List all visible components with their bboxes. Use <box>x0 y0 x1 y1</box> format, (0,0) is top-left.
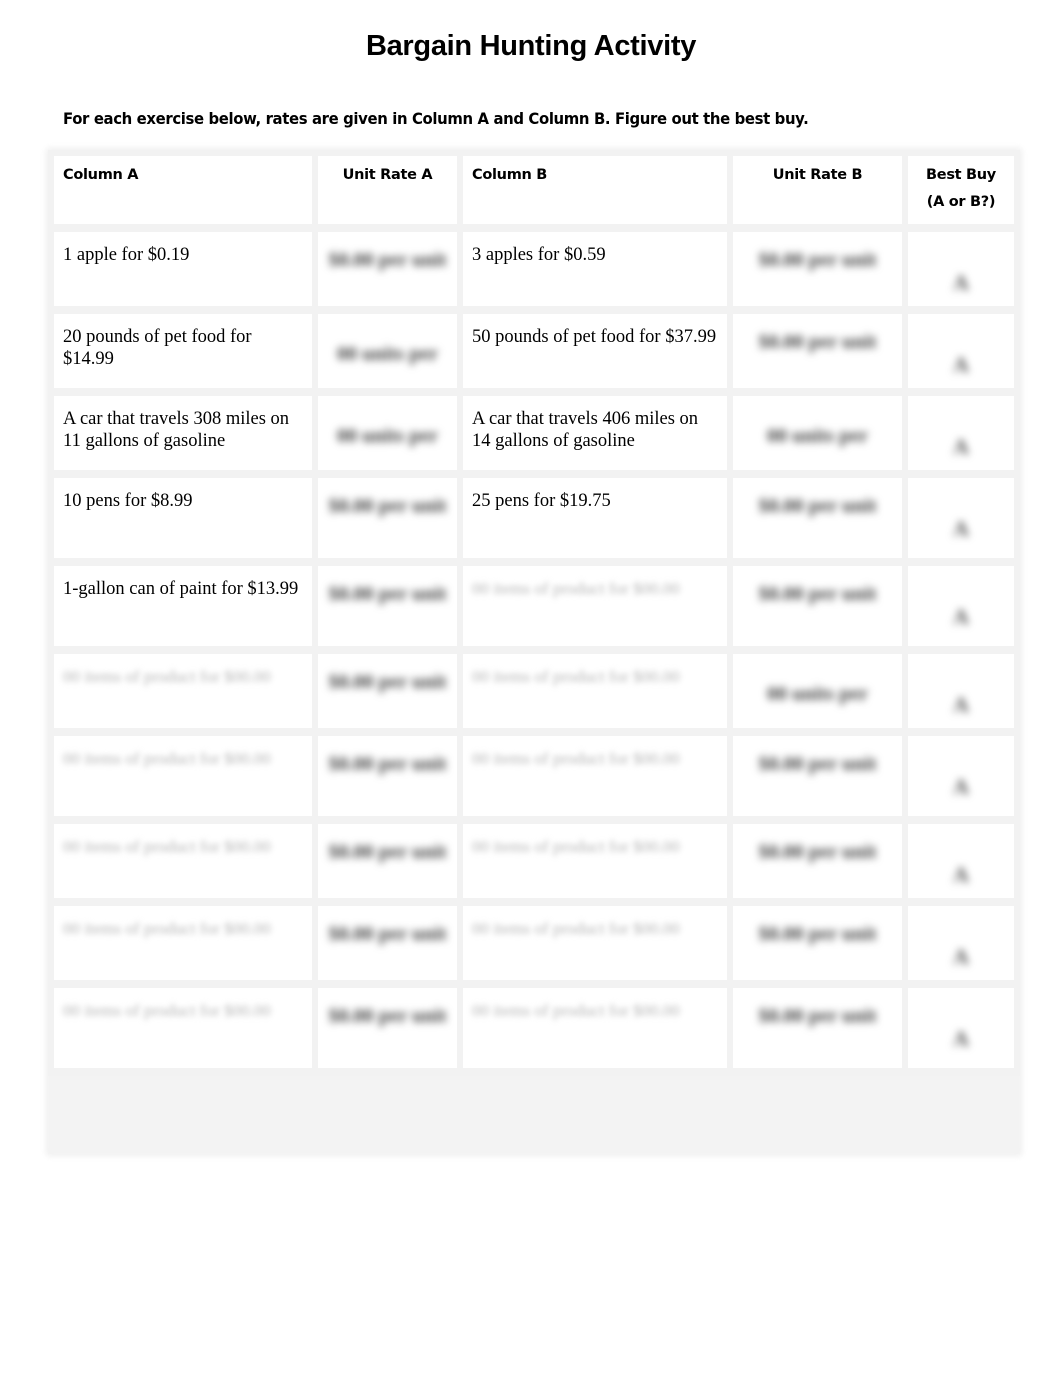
table-row: 10 pens for $8.99 $0.00 per unit 25 pens… <box>48 478 1020 566</box>
unit-rate-b-cell-blurred: $0.00 per unit <box>758 923 877 945</box>
header-best-buy-line1: Best Buy <box>926 167 996 183</box>
instructions: For each exercise below, rates are given… <box>63 109 809 128</box>
page-title: Bargain Hunting Activity <box>365 30 697 62</box>
header-unit-rate-a: Unit Rate A <box>318 150 463 232</box>
unit-rate-b-cell-blurred: 00 units per <box>766 425 869 447</box>
unit-rate-b-cell-blurred: $0.00 per unit <box>758 753 877 775</box>
unit-rate-a-cell-blurred: $0.00 per unit <box>328 583 447 605</box>
header-best-buy-line2: (A or B?) <box>926 194 996 210</box>
bargain-table: Column A Unit Rate A Column B Unit Rate … <box>48 150 1020 1076</box>
unit-rate-a-cell-blurred: $0.00 per unit <box>328 1005 447 1027</box>
best-buy-cell-blurred: A <box>953 944 969 969</box>
column-a-cell: A car that travels 308 miles on 11 gallo… <box>63 409 290 451</box>
best-buy-cell-blurred: A <box>953 774 969 799</box>
column-a-cell-blurred: 00 items of product for $00.00 <box>63 667 271 686</box>
unit-rate-b-cell-blurred: $0.00 per unit <box>758 583 877 605</box>
header-column-b: Column B <box>463 150 733 232</box>
table-row: 1-gallon can of paint for $13.99 $0.00 p… <box>48 566 1020 654</box>
unit-rate-b-cell-blurred: $0.00 per unit <box>758 841 877 863</box>
column-b-cell-blurred: 00 items of product for $00.00 <box>472 1001 680 1020</box>
unit-rate-b-cell-blurred: $0.00 per unit <box>758 331 877 353</box>
column-b-cell-blurred: 00 items of product for $00.00 <box>472 667 680 686</box>
unit-rate-a-cell-blurred: $0.00 per unit <box>328 495 447 517</box>
column-b-cell-blurred: 00 items of product for $00.00 <box>472 579 680 598</box>
column-b-cell: 50 pounds of pet food for $37.99 <box>472 327 717 347</box>
unit-rate-a-cell-blurred: 00 units per <box>336 343 439 365</box>
unit-rate-a-cell-blurred: $0.00 per unit <box>328 249 447 271</box>
column-b-cell-blurred: 00 items of product for $00.00 <box>472 919 680 938</box>
table-row: 00 items of product for $00.00 $0.00 per… <box>48 736 1020 824</box>
column-a-cell-blurred: 00 items of product for $00.00 <box>63 837 271 856</box>
column-a-cell: 1-gallon can of paint for $13.99 <box>63 579 299 599</box>
column-b-cell: 3 apples for $0.59 <box>472 245 606 265</box>
table-row: 00 items of product for $00.00 $0.00 per… <box>48 654 1020 736</box>
best-buy-cell-blurred: A <box>953 604 969 629</box>
column-a-cell-blurred: 00 items of product for $00.00 <box>63 749 271 768</box>
best-buy-cell-blurred: A <box>953 692 969 717</box>
unit-rate-b-cell-blurred: $0.00 per unit <box>758 249 877 271</box>
unit-rate-a-cell-blurred: 00 units per <box>336 425 439 447</box>
unit-rate-b-cell-blurred: $0.00 per unit <box>758 1005 877 1027</box>
header-column-a: Column A <box>48 150 318 232</box>
column-a-cell-blurred: 00 items of product for $00.00 <box>63 919 271 938</box>
table-row: 1 apple for $0.19 $0.00 per unit 3 apple… <box>48 232 1020 314</box>
column-b-cell: A car that travels 406 miles on 14 gallo… <box>472 409 699 451</box>
table-row: 00 items of product for $00.00 $0.00 per… <box>48 988 1020 1076</box>
table-row: A car that travels 308 miles on 11 gallo… <box>48 396 1020 478</box>
header-unit-rate-b: Unit Rate B <box>733 150 908 232</box>
unit-rate-a-cell-blurred: $0.00 per unit <box>328 671 447 693</box>
table-row: 00 items of product for $00.00 $0.00 per… <box>48 824 1020 906</box>
best-buy-cell-blurred: A <box>953 434 969 459</box>
best-buy-cell-blurred: A <box>953 352 969 377</box>
table-row: 20 pounds of pet food for $14.99 00 unit… <box>48 314 1020 396</box>
column-a-cell: 1 apple for $0.19 <box>63 245 190 265</box>
unit-rate-a-cell-blurred: $0.00 per unit <box>328 753 447 775</box>
best-buy-cell-blurred: A <box>953 270 969 295</box>
unit-rate-b-cell-blurred: $0.00 per unit <box>758 495 877 517</box>
unit-rate-a-cell-blurred: $0.00 per unit <box>328 841 447 863</box>
unit-rate-b-cell-blurred: 00 units per <box>766 683 869 705</box>
unit-rate-a-cell-blurred: $0.00 per unit <box>328 923 447 945</box>
column-a-cell-blurred: 00 items of product for $00.00 <box>63 1001 271 1020</box>
column-b-cell-blurred: 00 items of product for $00.00 <box>472 749 680 768</box>
column-a-cell: 10 pens for $8.99 <box>63 491 193 511</box>
column-a-cell: 20 pounds of pet food for $14.99 <box>63 327 252 369</box>
table-row: 00 items of product for $00.00 $0.00 per… <box>48 906 1020 988</box>
best-buy-cell-blurred: A <box>953 862 969 887</box>
best-buy-cell-blurred: A <box>953 1026 969 1051</box>
best-buy-cell-blurred: A <box>953 516 969 541</box>
header-best-buy: Best Buy (A or B?) <box>908 150 1020 232</box>
table-header-row: Column A Unit Rate A Column B Unit Rate … <box>48 150 1020 232</box>
column-b-cell-blurred: 00 items of product for $00.00 <box>472 837 680 856</box>
column-b-cell: 25 pens for $19.75 <box>472 491 611 511</box>
